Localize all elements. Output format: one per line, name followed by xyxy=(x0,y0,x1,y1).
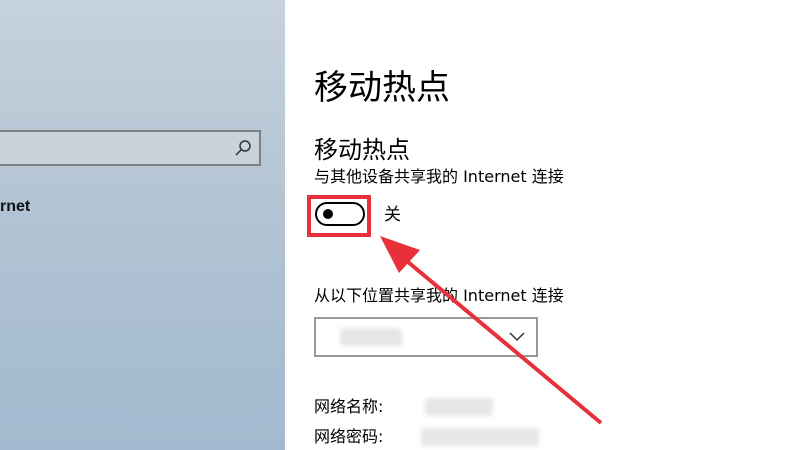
share-from-dropdown[interactable] xyxy=(314,317,538,357)
network-password-value-blurred xyxy=(421,428,539,446)
section-title: 移动热点 xyxy=(314,136,410,164)
network-name-value-blurred xyxy=(425,398,493,416)
page-title: 移动热点 xyxy=(314,68,450,108)
search-input[interactable] xyxy=(0,130,261,166)
toggle-state-label: 关 xyxy=(384,205,401,225)
network-password-label: 网络密码: xyxy=(314,427,384,446)
search-icon[interactable] xyxy=(233,138,253,158)
sidebar-item-internet[interactable]: rnet xyxy=(0,198,30,216)
section-description: 与其他设备共享我的 Internet 连接 xyxy=(314,167,564,186)
network-name-label: 网络名称: xyxy=(314,397,384,416)
chevron-down-icon xyxy=(509,332,525,342)
share-from-label: 从以下位置共享我的 Internet 连接 xyxy=(314,286,564,305)
dropdown-selected-value-blurred xyxy=(340,328,402,346)
annotation-highlight-box xyxy=(307,195,371,237)
sidebar: rnet xyxy=(0,0,285,450)
main-content: 移动热点 移动热点 与其他设备共享我的 Internet 连接 关 从以下位置共… xyxy=(285,0,800,450)
